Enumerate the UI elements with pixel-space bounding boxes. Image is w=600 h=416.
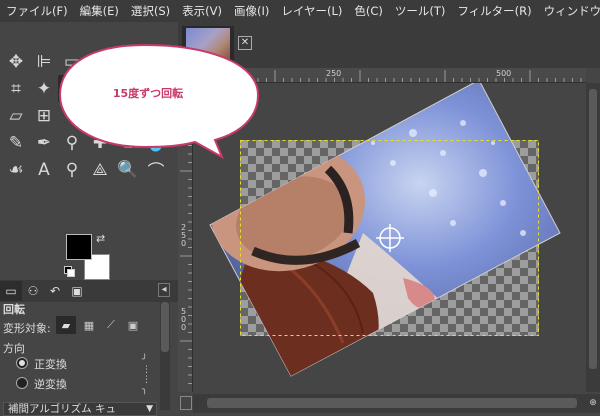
ruler-top-label: 500: [496, 69, 512, 78]
paintbrush-icon[interactable]: ✏: [114, 102, 142, 129]
heal-icon[interactable]: ✚: [86, 129, 114, 156]
warp-icon[interactable]: 〰: [114, 48, 142, 75]
menu-item-5[interactable]: レイヤー(L): [275, 3, 348, 19]
ruler-left-label: 5 0 0: [181, 307, 187, 332]
quick-mask-icon[interactable]: [180, 396, 192, 410]
menu-item-2[interactable]: 選択(S): [125, 3, 176, 19]
eraser-icon[interactable]: ◫: [142, 102, 170, 129]
direction-forward-label: 正変換: [34, 358, 67, 371]
direction-label: 方向: [3, 342, 25, 355]
menu-item-1[interactable]: 編集(E): [74, 3, 125, 19]
horizontal-scrollbar[interactable]: [193, 394, 586, 413]
images-tab-icon[interactable]: ▣: [66, 281, 88, 301]
ink-icon[interactable]: ✒: [30, 129, 58, 156]
close-icon[interactable]: ✕: [238, 36, 252, 50]
tool-grid: ✥ ⊫ ▭ ⬚ 〰 ◯ ⌗ ✦ ⟳ ⤢ ◧ ⇋ ▱ ⊞ ◆ ◩ ✏ ◫ ✎ ✒ ⚲ ✚ ☝ 💧 ☙ A ⚲ ⟁ 🔍 ⌒: [2, 48, 170, 183]
menu-item-0[interactable]: ファイル(F): [0, 3, 74, 19]
rect-select-icon[interactable]: ▭: [58, 48, 86, 75]
chain-icon[interactable]: ╯ ⋮ ⋮ ╮: [142, 355, 152, 395]
rotated-photo: [209, 83, 561, 377]
tool-options-title: 回転: [3, 303, 25, 316]
gradient-icon[interactable]: ◩: [86, 102, 114, 129]
default-colors-icon[interactable]: [64, 266, 75, 277]
menu-item-9[interactable]: ウィンドウ(W): [538, 3, 600, 19]
fg-bg-colors: ⇄: [64, 232, 112, 282]
ruler-top[interactable]: 250 500: [186, 68, 586, 83]
ellipse-icon[interactable]: ◯: [142, 48, 170, 75]
ruler-top-label: 250: [326, 69, 342, 78]
image-tab[interactable]: [182, 26, 234, 64]
image-tab-strip: ✕: [178, 22, 600, 68]
perspective-icon[interactable]: ▱: [2, 102, 30, 129]
undo-history-tab-icon[interactable]: ↶: [44, 281, 66, 301]
transform-image-button[interactable]: ▣: [124, 316, 142, 334]
bucket-fill-icon[interactable]: ◆: [58, 102, 86, 129]
direction-backward-radio[interactable]: [16, 377, 28, 389]
tool-options-tab-icon[interactable]: ▭: [0, 281, 22, 301]
menu-item-6[interactable]: 色(C): [348, 3, 389, 19]
smudge-icon[interactable]: ☝: [114, 129, 142, 156]
align-icon[interactable]: ⊫: [30, 48, 58, 75]
handle-transform-icon[interactable]: ⊞: [30, 102, 58, 129]
airbrush-icon[interactable]: ✎: [2, 129, 30, 156]
paths-icon[interactable]: ⌒: [142, 156, 170, 183]
transform-target-label: 変形対象:: [3, 322, 51, 335]
unified-transform-icon[interactable]: ⬚: [86, 48, 114, 75]
transform-selection-button[interactable]: ▦: [80, 316, 98, 334]
ruler-top-ticks: [189, 70, 582, 82]
direction-backward-label: 逆変換: [34, 378, 67, 391]
blur-icon[interactable]: 💧: [142, 129, 170, 156]
zoom-icon[interactable]: ⊕: [586, 394, 600, 413]
clone-icon[interactable]: ⚲: [58, 129, 86, 156]
crop-icon[interactable]: ⌗: [2, 75, 30, 102]
image-thumbnail: [186, 28, 230, 60]
dock-menu-icon[interactable]: ◂: [158, 283, 170, 297]
zoom-icon[interactable]: 🔍: [114, 156, 142, 183]
chevron-down-icon: ▼: [146, 404, 153, 414]
color-picker-icon[interactable]: ⚲: [58, 156, 86, 183]
options-scrollbar[interactable]: [160, 300, 170, 410]
device-status-tab-icon[interactable]: ⚇: [22, 281, 44, 301]
text-icon[interactable]: A: [30, 156, 58, 183]
interpolation-select[interactable]: 補間アルゴリズム キュ ▼: [3, 402, 157, 416]
swap-colors-icon[interactable]: ⇄: [96, 232, 105, 245]
menu-item-3[interactable]: 表示(V): [176, 3, 228, 19]
rotate-icon[interactable]: ⟳: [58, 75, 86, 102]
vertical-scrollbar[interactable]: [586, 83, 600, 392]
ruler-left-label: 2 5 0: [181, 223, 187, 248]
transform-layer-button[interactable]: ▰: [56, 316, 76, 334]
foreground-color-swatch[interactable]: [66, 234, 92, 260]
menu-item-4[interactable]: 画像(I): [228, 3, 275, 19]
measure-icon[interactable]: ⟁: [86, 156, 114, 183]
dock-tabs: ▭ ⚇ ↶ ▣ ◂: [0, 280, 178, 302]
move-icon[interactable]: ✥: [2, 48, 30, 75]
menu-bar: ファイル(F) 編集(E) 選択(S) 表示(V) 画像(I) レイヤー(L) 色(C) ツー…: [0, 0, 600, 22]
image-canvas[interactable]: [193, 83, 585, 392]
ruler-left[interactable]: 2 5 0 5 0 0: [178, 82, 193, 392]
transform-path-button[interactable]: ⟋: [102, 316, 120, 334]
callout-text: 15度ずつ回転: [112, 87, 184, 100]
interpolation-value: 補間アルゴリズム キュ: [8, 403, 117, 415]
menu-item-8[interactable]: フィルター(R): [451, 3, 537, 19]
direction-forward-radio[interactable]: [16, 357, 28, 369]
menu-item-7[interactable]: ツール(T): [389, 3, 452, 19]
dodge-burn-icon[interactable]: ☙: [2, 156, 30, 183]
fuzzy-select-icon[interactable]: ✦: [30, 75, 58, 102]
